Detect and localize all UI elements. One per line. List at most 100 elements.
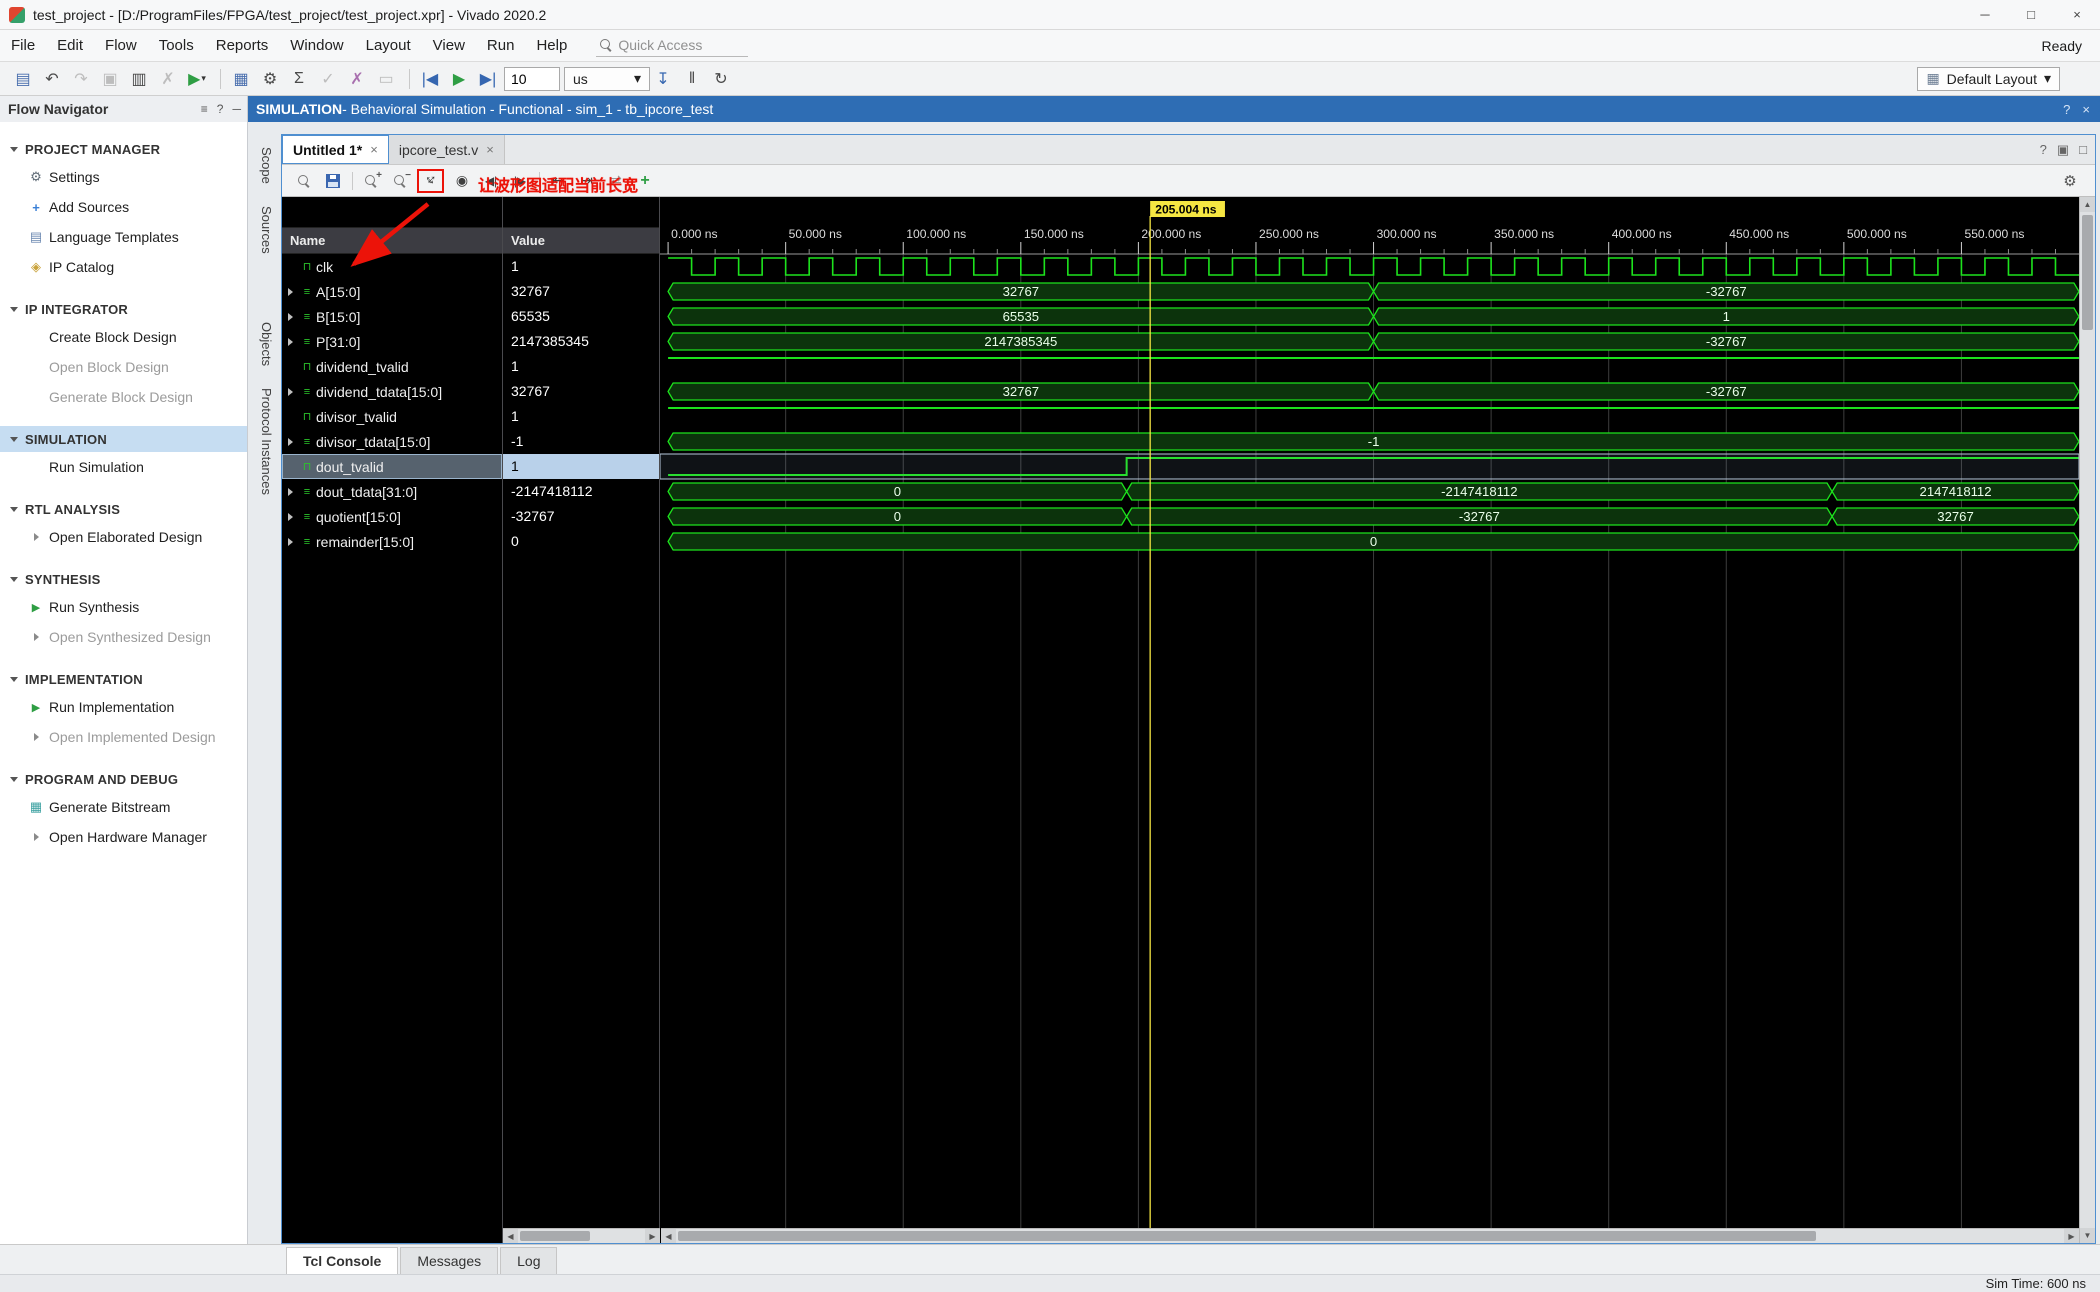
minimize-button[interactable]: ─ (1962, 0, 2008, 29)
signal-name-dividend-tvalid[interactable]: ⊓ dividend_tvalid (282, 354, 502, 379)
menu-layout[interactable]: Layout (355, 30, 422, 61)
signal-value-dividend-tvalid[interactable]: 1 (503, 354, 659, 379)
flow-item-open-hardware-manager[interactable]: Open Hardware Manager (0, 822, 247, 852)
expand-arrow-icon[interactable] (282, 312, 298, 321)
find-button[interactable] (292, 169, 316, 193)
flow-item-generate-bitstream[interactable]: ▦ Generate Bitstream (0, 792, 247, 822)
pane-help-icon[interactable]: ? (2040, 142, 2047, 157)
tab-close-icon[interactable]: × (486, 142, 494, 157)
value-column-scrollbar[interactable]: ◀ ▶ (503, 1228, 660, 1243)
flow-section-project-manager[interactable]: PROJECT MANAGER (0, 136, 247, 162)
flow-help-icon[interactable]: ? (217, 102, 224, 116)
layout-select[interactable]: ▦ Default Layout ▾ (1917, 66, 2060, 91)
swap-cursors-icon[interactable]: ⇄ (604, 169, 628, 193)
value-column-header[interactable]: Value (503, 227, 659, 254)
signal-value-divisor-tdata-15-0[interactable]: -1 (503, 429, 659, 454)
flow-item-open-block-design[interactable]: Open Block Design (0, 352, 247, 382)
save-project-icon[interactable]: ▤ (10, 66, 36, 92)
expand-arrow-icon[interactable] (282, 337, 298, 346)
side-tab-protocol-instances[interactable]: Protocol Instances (253, 377, 280, 506)
tab-untitled-1[interactable]: Untitled 1* × (282, 135, 389, 164)
tab-close-icon[interactable]: × (370, 142, 378, 157)
validate-icon[interactable]: ✓ (315, 66, 341, 92)
flow-item-create-block-design[interactable]: Create Block Design (0, 322, 247, 352)
maximize-button[interactable]: □ (2008, 0, 2054, 29)
wave-settings-icon[interactable]: ⚙ (2058, 169, 2082, 193)
signal-value-dout-tdata-31-0[interactable]: -2147418112 (503, 479, 659, 504)
expand-arrow-icon[interactable] (282, 512, 298, 521)
expand-arrow-icon[interactable] (282, 537, 298, 546)
run-flow-button[interactable]: ▶ ▾ (184, 66, 210, 92)
value-scroll-thumb[interactable] (520, 1231, 590, 1241)
banner-close-icon[interactable]: × (2082, 102, 2090, 117)
menu-edit[interactable]: Edit (46, 30, 94, 61)
flow-item-open-synthesized-design[interactable]: Open Synthesized Design (0, 622, 247, 652)
side-tab-sources[interactable]: Sources (253, 195, 280, 265)
restart-sim-icon[interactable]: |◀ (417, 66, 443, 92)
flow-item-open-implemented-design[interactable]: Open Implemented Design (0, 722, 247, 752)
signal-value-quotient-15-0[interactable]: -32767 (503, 504, 659, 529)
flow-section-synthesis[interactable]: SYNTHESIS (0, 566, 247, 592)
signal-value-clk[interactable]: 1 (503, 254, 659, 279)
zoom-in-button[interactable]: + (359, 169, 383, 193)
menu-reports[interactable]: Reports (205, 30, 280, 61)
signal-value-dividend-tdata-15-0[interactable]: 32767 (503, 379, 659, 404)
scroll-left-icon[interactable]: ◀ (503, 1229, 518, 1243)
next-transition-icon[interactable]: |▶ (508, 169, 532, 193)
menu-help[interactable]: Help (525, 30, 578, 61)
delete-icon[interactable]: ✗ (155, 66, 181, 92)
flow-item-generate-block-design[interactable]: Generate Block Design (0, 382, 247, 412)
flow-item-language-templates[interactable]: ▤ Language Templates (0, 222, 247, 252)
close-button[interactable]: × (2054, 0, 2100, 29)
flow-section-implementation[interactable]: IMPLEMENTATION (0, 666, 247, 692)
sigma-icon[interactable]: Σ (286, 66, 312, 92)
wave-scroll-thumb[interactable] (678, 1231, 1817, 1241)
shape-icon[interactable]: ▭ (373, 66, 399, 92)
expand-arrow-icon[interactable] (282, 437, 298, 446)
scroll-left-icon[interactable]: ◀ (661, 1229, 676, 1243)
menu-file[interactable]: File (0, 30, 46, 61)
run-for-time-icon[interactable]: ↧ (650, 66, 676, 92)
undo-icon[interactable]: ↶ (39, 66, 65, 92)
flow-item-settings[interactable]: ⚙ Settings (0, 162, 247, 192)
signal-value-remainder-15-0[interactable]: 0 (503, 529, 659, 554)
signal-value-p-31-0[interactable]: 2147385345 (503, 329, 659, 354)
scroll-right-icon[interactable]: ▶ (645, 1229, 660, 1243)
flow-item-run-synthesis[interactable]: ▶ Run Synthesis (0, 592, 247, 622)
flow-section-program-and-debug[interactable]: PROGRAM AND DEBUG (0, 766, 247, 792)
menu-window[interactable]: Window (279, 30, 354, 61)
signal-name-quotient-15-0[interactable]: ≡ quotient[15:0] (282, 504, 502, 529)
settings-gear-icon[interactable]: ⚙ (257, 66, 283, 92)
signal-name-divisor-tdata-15-0[interactable]: ≡ divisor_tdata[15:0] (282, 429, 502, 454)
menu-run[interactable]: Run (476, 30, 526, 61)
paste-icon[interactable]: ▥ (126, 66, 152, 92)
redo-icon[interactable]: ↷ (68, 66, 94, 92)
signal-value-b-15-0[interactable]: 65535 (503, 304, 659, 329)
scroll-up-icon[interactable]: ▲ (2080, 197, 2095, 212)
vertical-scrollbar[interactable]: ▲ ▼ (2079, 197, 2095, 1243)
flow-section-ip-integrator[interactable]: IP INTEGRATOR (0, 296, 247, 322)
zoom-to-cursor-icon[interactable]: ◉ (450, 169, 474, 193)
side-tab-objects[interactable]: Objects (253, 311, 280, 377)
flow-item-ip-catalog[interactable]: ◈ IP Catalog (0, 252, 247, 282)
menu-view[interactable]: View (422, 30, 476, 61)
run-time-input[interactable] (504, 66, 560, 91)
report-icon[interactable]: ▦ (228, 66, 254, 92)
signal-value-dout-tvalid[interactable]: 1 (503, 454, 659, 479)
run-all-icon[interactable]: ▶ (446, 66, 472, 92)
vertical-scroll-thumb[interactable] (2082, 215, 2093, 330)
signal-name-dout-tvalid[interactable]: ⊓ dout_tvalid (282, 454, 502, 479)
time-unit-select[interactable]: us ▾ (564, 66, 650, 91)
signal-name-dividend-tdata-15-0[interactable]: ≡ dividend_tdata[15:0] (282, 379, 502, 404)
pane-float-icon[interactable]: ▣ (2057, 142, 2069, 158)
menu-tools[interactable]: Tools (148, 30, 205, 61)
flow-section-rtl-analysis[interactable]: RTL ANALYSIS (0, 496, 247, 522)
scroll-right-icon[interactable]: ▶ (2064, 1229, 2079, 1243)
add-marker-icon[interactable]: + (633, 169, 657, 193)
signal-name-dout-tdata-31-0[interactable]: ≡ dout_tdata[31:0] (282, 479, 502, 504)
tab-ipcore-test-v[interactable]: ipcore_test.v × (388, 135, 505, 164)
bottom-tab-log[interactable]: Log (500, 1247, 558, 1274)
signal-name-p-31-0[interactable]: ≡ P[31:0] (282, 329, 502, 354)
pause-icon[interactable]: ‖ (679, 66, 705, 92)
waveform-scrollbar[interactable]: ◀ ▶ (661, 1228, 2079, 1243)
